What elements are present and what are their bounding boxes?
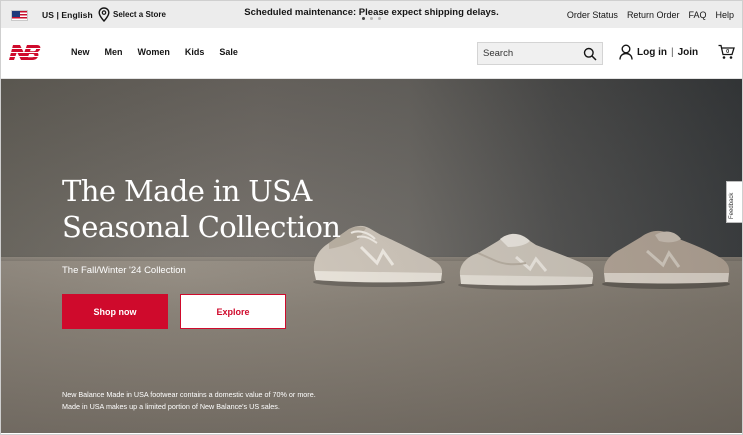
login-link[interactable]: Log in (637, 47, 667, 58)
faq-link[interactable]: FAQ (688, 10, 706, 20)
explore-button[interactable]: Explore (180, 294, 286, 329)
feedback-tab[interactable]: Feedback (726, 181, 742, 223)
carousel-dot[interactable] (378, 17, 381, 20)
hero-title-line-1: The Made in USA (62, 174, 312, 208)
nav-women[interactable]: Women (138, 47, 170, 57)
hero-title: The Made in USA Seasonal Collection (62, 173, 342, 245)
new-balance-logo-icon[interactable] (6, 43, 41, 62)
user-icon[interactable] (619, 44, 633, 60)
page-frame: US | English Select a Store Scheduled ma… (0, 0, 743, 435)
hero-banner[interactable]: The Made in USA Seasonal Collection The … (1, 79, 742, 433)
nav-kids[interactable]: Kids (185, 47, 205, 57)
return-order-link[interactable]: Return Order (627, 10, 680, 20)
join-link[interactable]: Join (678, 47, 699, 58)
primary-nav: New Men Women Kids Sale (71, 47, 253, 57)
account-links: Log in | Join (619, 44, 698, 60)
carousel-dot[interactable] (370, 17, 373, 20)
help-link[interactable]: Help (715, 10, 734, 20)
nav-sale[interactable]: Sale (219, 47, 238, 57)
search-icon[interactable] (583, 47, 597, 61)
account-separator: | (671, 46, 674, 58)
main-header: New Men Women Kids Sale Log in | Join (1, 28, 742, 79)
cart-count: 0 (726, 49, 729, 55)
hero-subtitle: The Fall/Winter '24 Collection (62, 265, 186, 276)
hero-vignette (1, 79, 742, 433)
made-in-usa-disclaimer: New Balance Made in USA footwear contain… (62, 390, 316, 411)
shop-now-button[interactable]: Shop now (62, 294, 168, 329)
carousel-dot[interactable] (362, 17, 365, 20)
nav-men[interactable]: Men (105, 47, 123, 57)
shopping-cart-icon[interactable]: 0 (718, 44, 735, 60)
utility-links: Order Status Return Order FAQ Help (567, 10, 734, 20)
utility-bar: US | English Select a Store Scheduled ma… (1, 1, 742, 28)
hero-title-line-2: Seasonal Collection (62, 210, 341, 244)
nav-new[interactable]: New (71, 47, 90, 57)
search-input[interactable] (478, 43, 578, 64)
search-box (477, 42, 603, 65)
announcement-carousel-dots (362, 17, 381, 20)
order-status-link[interactable]: Order Status (567, 10, 618, 20)
feedback-label: Feedback (729, 192, 735, 219)
